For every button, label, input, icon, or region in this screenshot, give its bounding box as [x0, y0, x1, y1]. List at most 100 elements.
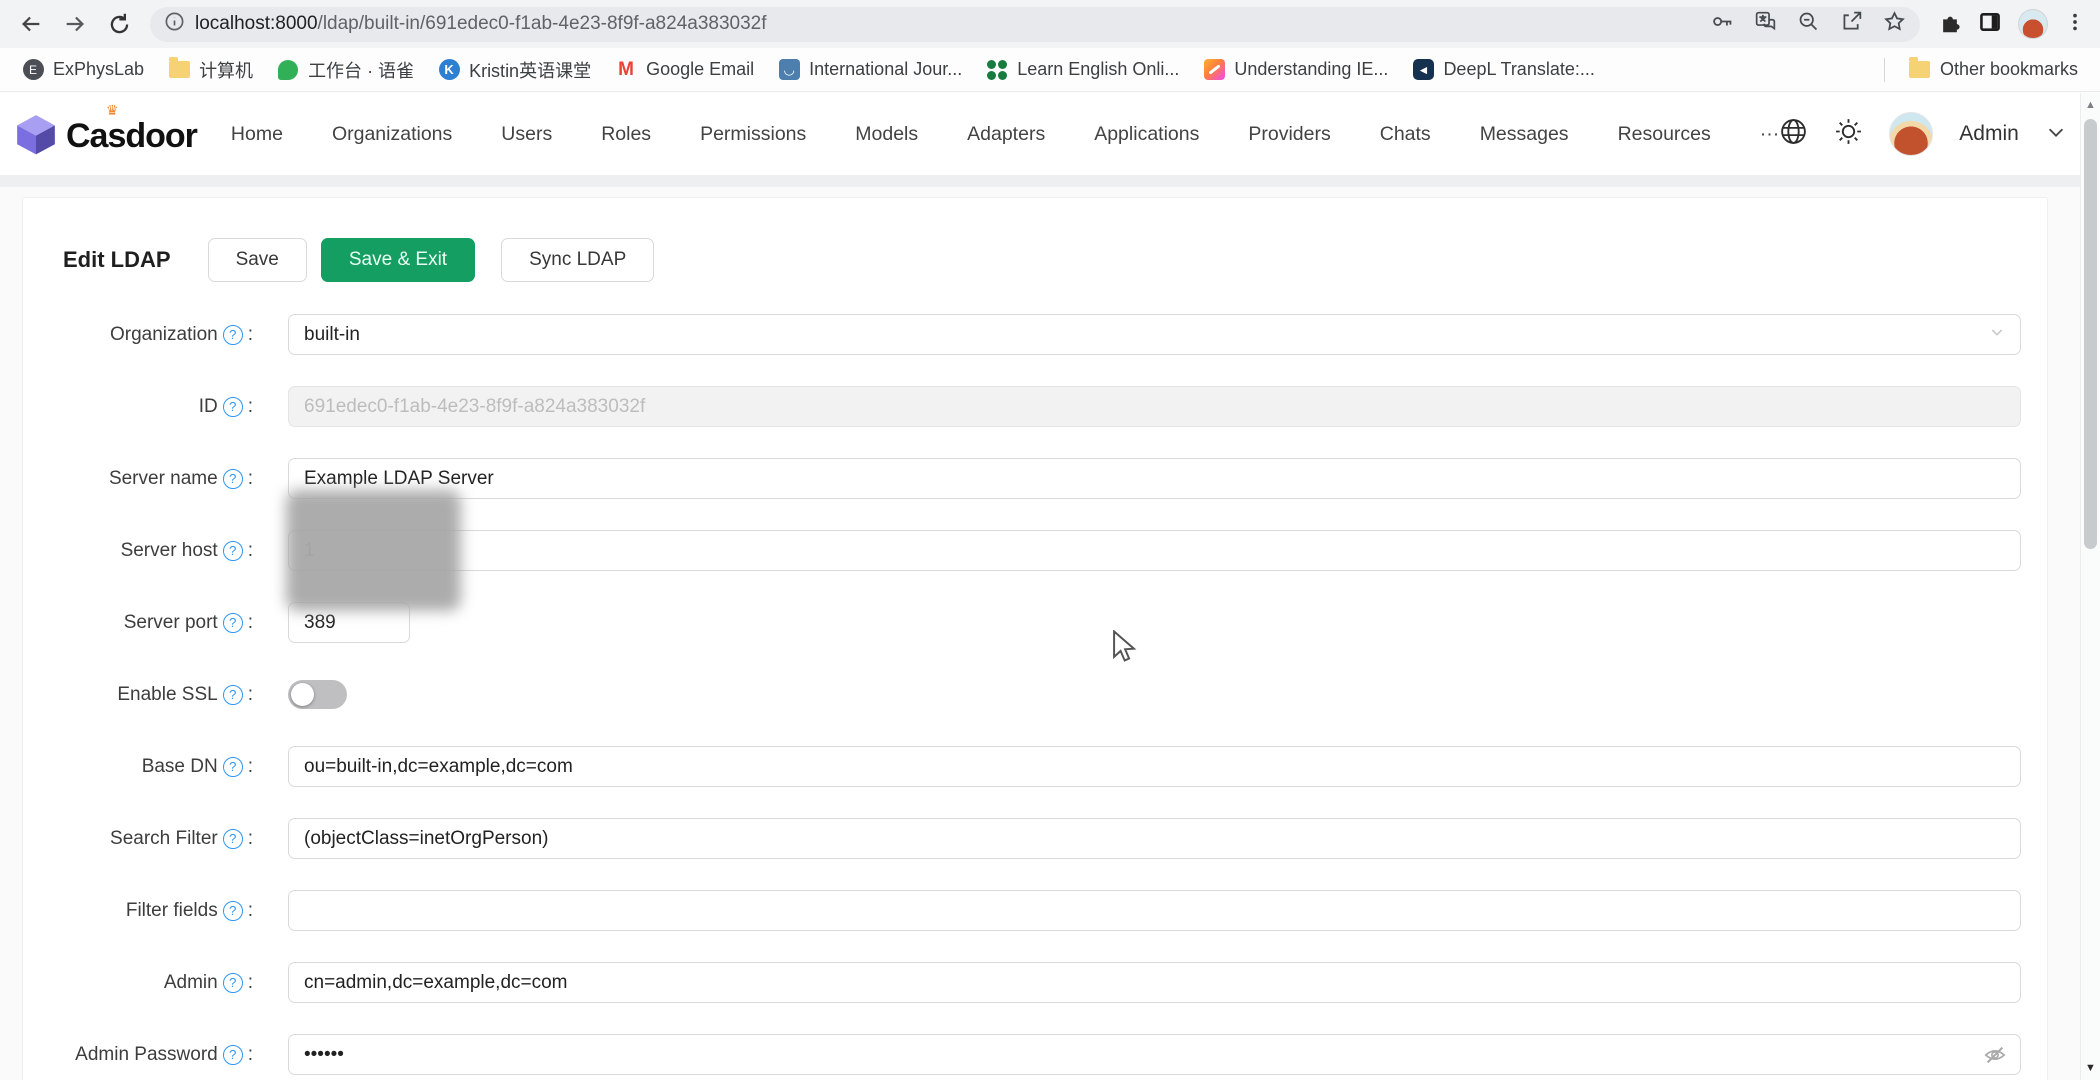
nav-item-adapters[interactable]: Adapters: [967, 123, 1045, 146]
admin-dn-input[interactable]: [288, 962, 2021, 1003]
nav-item-models[interactable]: Models: [855, 123, 918, 146]
nav-item-resources[interactable]: Resources: [1618, 123, 1711, 146]
user-name[interactable]: Admin: [1959, 122, 2019, 146]
enable-ssl-toggle[interactable]: [288, 680, 347, 709]
chevron-down-icon[interactable]: [2045, 121, 2067, 148]
bookmark-item[interactable]: Learn English Onli...: [976, 54, 1189, 86]
form-row-server-host: Server host ? :: [23, 530, 2047, 571]
kristin-icon: K: [438, 59, 460, 81]
save-exit-button[interactable]: Save & Exit: [321, 238, 475, 282]
yuque-icon: [277, 59, 299, 81]
form-row-id: ID ? :: [23, 386, 2047, 427]
nav-item-users[interactable]: Users: [501, 123, 552, 146]
bookmark-item[interactable]: M Google Email: [605, 54, 764, 86]
page-title: Edit LDAP: [63, 247, 171, 273]
bookmark-item[interactable]: Understanding IE...: [1193, 54, 1398, 86]
help-icon[interactable]: ?: [223, 829, 243, 849]
id-input: [288, 386, 2021, 427]
key-icon[interactable]: [1711, 10, 1734, 38]
star-icon[interactable]: [1883, 10, 1906, 38]
app-navbar: Casdoor ♛ Home Organizations Users Roles…: [0, 93, 2080, 175]
back-icon[interactable]: [10, 3, 52, 45]
nav-item-chats[interactable]: Chats: [1380, 123, 1431, 146]
server-host-input[interactable]: [288, 530, 2021, 571]
sun-icon[interactable]: [1834, 117, 1863, 151]
url-text[interactable]: localhost:8000/ldap/built-in/691edec0-f1…: [195, 13, 1699, 35]
globe-icon[interactable]: [1779, 117, 1808, 151]
help-icon[interactable]: ?: [223, 901, 243, 921]
scrollbar-thumb[interactable]: [2084, 119, 2097, 549]
scrollbar-up-icon[interactable]: ▲: [2081, 95, 2100, 115]
form-row-base-dn: Base DN ? :: [23, 746, 2047, 787]
field-label: Search Filter: [110, 828, 218, 850]
field-label: Enable SSL: [117, 684, 217, 706]
bookmark-item[interactable]: ◡ International Jour...: [768, 54, 972, 86]
extensions-icon[interactable]: [1938, 10, 1962, 39]
bookmark-item[interactable]: ◄ DeepL Translate:...: [1402, 54, 1604, 86]
search-filter-input[interactable]: [288, 818, 2021, 859]
translate-icon[interactable]: [1754, 10, 1777, 38]
form-row-admin-password: Admin Password ? :: [23, 1034, 2047, 1075]
filter-fields-input[interactable]: [288, 890, 2021, 931]
share-icon[interactable]: [1840, 10, 1863, 38]
form-row-enable-ssl: Enable SSL ? :: [23, 674, 2047, 715]
reload-icon[interactable]: [98, 3, 140, 45]
nav-item-organizations[interactable]: Organizations: [332, 123, 452, 146]
help-icon[interactable]: ?: [223, 397, 243, 417]
bookmark-label: 计算机: [199, 57, 253, 83]
navbar-shadow: [0, 175, 2080, 187]
nav-item-home[interactable]: Home: [231, 123, 283, 146]
scrollbar-down-icon[interactable]: ▼: [2081, 1058, 2100, 1078]
bookmark-item[interactable]: K Kristin英语课堂: [428, 52, 601, 88]
field-label: ID: [199, 396, 218, 418]
zoom-out-icon[interactable]: [1797, 10, 1820, 38]
field-label: Server name: [109, 468, 218, 490]
select-chevron-icon: [1989, 324, 2005, 346]
casdoor-logo[interactable]: Casdoor ♛: [14, 112, 197, 156]
page-scrollbar[interactable]: ▲ ▼: [2080, 93, 2100, 1080]
url-path: /ldap/built-in/691edec0-f1ab-4e23-8f9f-a…: [318, 13, 767, 34]
help-icon[interactable]: ?: [223, 325, 243, 345]
admin-password-input[interactable]: [288, 1034, 2021, 1075]
nav-item-roles[interactable]: Roles: [601, 123, 651, 146]
help-icon[interactable]: ?: [223, 613, 243, 633]
eye-invisible-icon[interactable]: [1983, 1043, 2007, 1072]
brand-name: Casdoor: [66, 117, 197, 156]
base-dn-input[interactable]: [288, 746, 2021, 787]
nav-item-applications[interactable]: Applications: [1094, 123, 1199, 146]
bookmark-item[interactable]: 工作台 · 语雀: [267, 52, 424, 88]
crown-icon: ♛: [106, 102, 119, 119]
organization-value: built-in: [304, 324, 360, 346]
profile-avatar[interactable]: [2018, 9, 2048, 39]
side-panel-icon[interactable]: [1978, 10, 2002, 39]
help-icon[interactable]: ?: [223, 541, 243, 561]
menu-kebab-icon[interactable]: [2064, 11, 2086, 38]
page-content: Edit LDAP Save Save & Exit Sync LDAP Org…: [0, 187, 2080, 1080]
organization-select[interactable]: built-in: [288, 314, 2021, 355]
help-icon[interactable]: ?: [223, 1045, 243, 1065]
nav-item-providers[interactable]: Providers: [1248, 123, 1330, 146]
help-icon[interactable]: ?: [223, 469, 243, 489]
sync-ldap-button[interactable]: Sync LDAP: [501, 238, 654, 282]
url-bar[interactable]: localhost:8000/ldap/built-in/691edec0-f1…: [150, 7, 1920, 42]
nav-item-messages[interactable]: Messages: [1480, 123, 1569, 146]
bookmark-label: DeepL Translate:...: [1443, 59, 1594, 80]
nav-item-more[interactable]: ···: [1760, 123, 1779, 146]
edit-ldap-card: Edit LDAP Save Save & Exit Sync LDAP Org…: [22, 197, 2048, 1080]
help-icon[interactable]: ?: [223, 685, 243, 705]
nav-item-permissions[interactable]: Permissions: [700, 123, 806, 146]
bookmark-item[interactable]: E ExPhysLab: [12, 54, 154, 86]
bookmark-item[interactable]: 计算机: [158, 52, 263, 88]
save-button[interactable]: Save: [208, 238, 307, 282]
bookmark-label: Google Email: [646, 59, 754, 80]
url-host: localhost:8000: [195, 13, 318, 34]
other-bookmarks-button[interactable]: Other bookmarks: [1899, 54, 2088, 86]
info-icon[interactable]: [164, 11, 185, 37]
server-name-input[interactable]: [288, 458, 2021, 499]
forward-icon[interactable]: [54, 3, 96, 45]
help-icon[interactable]: ?: [223, 973, 243, 993]
user-avatar[interactable]: [1889, 112, 1933, 156]
card-header: Edit LDAP Save Save & Exit Sync LDAP: [23, 198, 2047, 282]
help-icon[interactable]: ?: [223, 757, 243, 777]
form-row-search-filter: Search Filter ? :: [23, 818, 2047, 859]
